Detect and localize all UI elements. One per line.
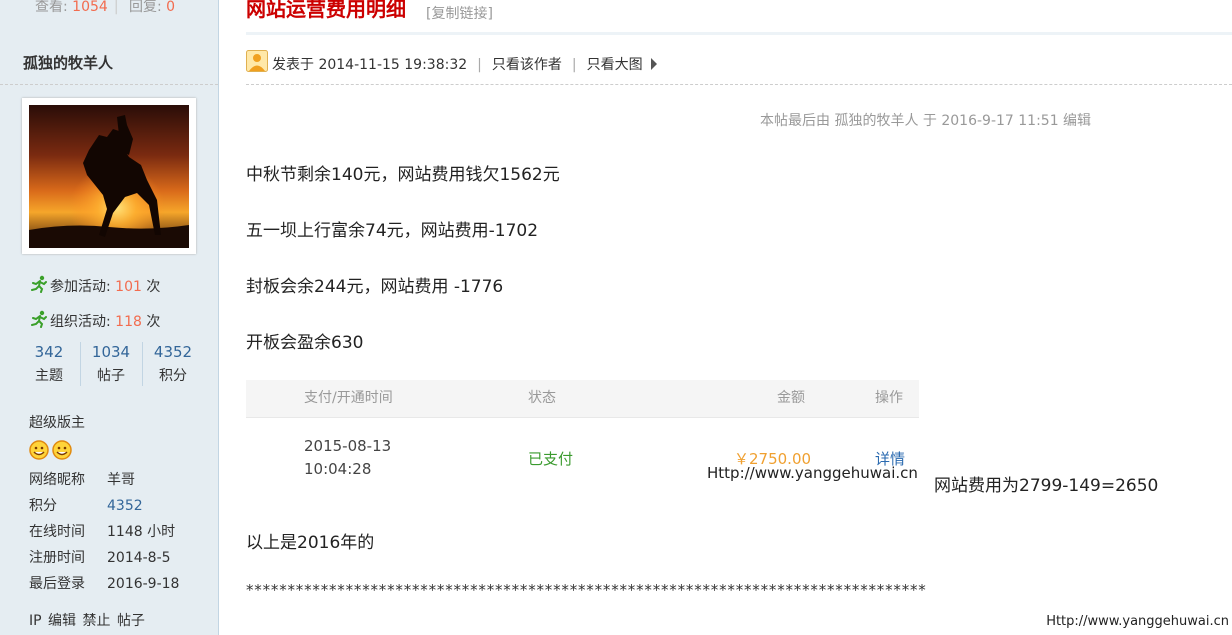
thread-stats: 查看: 1054 | 回复: 0: [35, 0, 176, 15]
post-main: 网站运营费用明细 [复制链接] 发表于 2014-11-15 19:38:32 |…: [219, 0, 1232, 635]
author-rank[interactable]: 超级版主: [29, 412, 85, 432]
replies-label: 回复:: [128, 0, 162, 15]
post-meta: 发表于 2014-11-15 19:38:32 | 只看该作者 | 只看大图: [246, 50, 657, 74]
order-time: 10:04:28: [304, 460, 372, 478]
post-paragraph: 中秋节剩余140元，网站费用钱欠1562元: [246, 165, 560, 185]
replies-count: 0: [166, 0, 176, 15]
sidebar-divider: [0, 84, 218, 85]
only-large-images-link[interactable]: 只看大图: [587, 57, 643, 73]
count-posts[interactable]: 1034 帖子: [84, 340, 138, 388]
title-divider: [246, 32, 1232, 35]
post-paragraph: 五一坝上行富余74元，网站费用-1702: [246, 221, 539, 241]
order-status: 已支付: [528, 450, 574, 468]
avatar-image: [29, 105, 189, 248]
views-count: 1054: [72, 0, 108, 15]
last-edit-note: 本帖最后由 孤独的牧羊人 于 2016-9-17 11:51 编辑: [760, 113, 1092, 129]
post-time: 发表于 2014-11-15 19:38:32: [272, 57, 468, 73]
fee-note: 网站费用为2799-149=2650: [934, 476, 1159, 496]
only-author-link[interactable]: 只看该作者: [492, 57, 562, 73]
admin-edit-link[interactable]: 编辑: [48, 613, 76, 629]
post-paragraph: 开板会盈余630: [246, 333, 364, 353]
running-man-icon: [31, 275, 47, 293]
views-label: 查看:: [35, 0, 68, 15]
info-points: 积分 4352: [29, 498, 143, 514]
admin-ip-link[interactable]: IP: [29, 613, 42, 629]
corner-watermark: Http://www.yanggehuwai.cn: [1046, 614, 1229, 629]
separator-line: ****************************************…: [246, 581, 927, 599]
activity-organized-count: 118: [115, 314, 142, 330]
meta-divider: [246, 84, 1232, 85]
year-note: 以上是2016年的: [246, 533, 375, 553]
activity-organized: 组织活动: 118 次: [30, 310, 160, 331]
author-sidebar: 查看: 1054 | 回复: 0 孤独的牧羊人 参加活动: 101 次 组织活动…: [0, 0, 219, 635]
count-divider: [142, 342, 143, 386]
running-man-icon: [31, 310, 47, 328]
post-paragraph: 封板会余244元，网站费用 -1776: [246, 277, 504, 297]
smiley-medal-icon: [29, 440, 72, 460]
admin-posts-link[interactable]: 帖子: [117, 613, 145, 629]
activity-joined: 参加活动: 101 次: [30, 275, 160, 296]
triangle-right-icon[interactable]: [650, 58, 657, 70]
copy-link-button[interactable]: [复制链接]: [426, 3, 493, 23]
author-counts: 342 主题 1034 帖子 4352 积分: [22, 340, 202, 390]
thread-title[interactable]: 网站运营费用明细: [246, 0, 406, 22]
admin-ban-link[interactable]: 禁止: [82, 613, 110, 629]
order-screenshot: 支付/开通时间 状态 金额 操作 2015-08-13 10:04:28 已支付…: [246, 380, 919, 482]
admin-links: IP 编辑 禁止 帖子: [29, 610, 145, 630]
medal-list: [28, 439, 74, 465]
author-name[interactable]: 孤独的牧羊人: [23, 52, 113, 73]
info-last-login: 最后登录 2016-9-18: [29, 576, 180, 592]
info-nickname: 网络昵称 羊哥: [29, 472, 135, 488]
order-date: 2015-08-13: [304, 437, 392, 455]
info-register-date: 注册时间 2014-8-5: [29, 550, 171, 566]
user-avatar-icon: [246, 50, 268, 80]
info-online-time: 在线时间 1148 小时: [29, 524, 176, 540]
count-divider: [80, 342, 81, 386]
count-threads[interactable]: 342 主题: [22, 340, 76, 388]
avatar[interactable]: [22, 98, 196, 254]
activity-joined-count: 101: [115, 279, 142, 295]
count-points[interactable]: 4352 积分: [146, 340, 200, 388]
order-table-header: 支付/开通时间 状态 金额 操作: [246, 380, 919, 418]
image-watermark: Http://www.yanggehuwai.cn: [707, 464, 918, 482]
